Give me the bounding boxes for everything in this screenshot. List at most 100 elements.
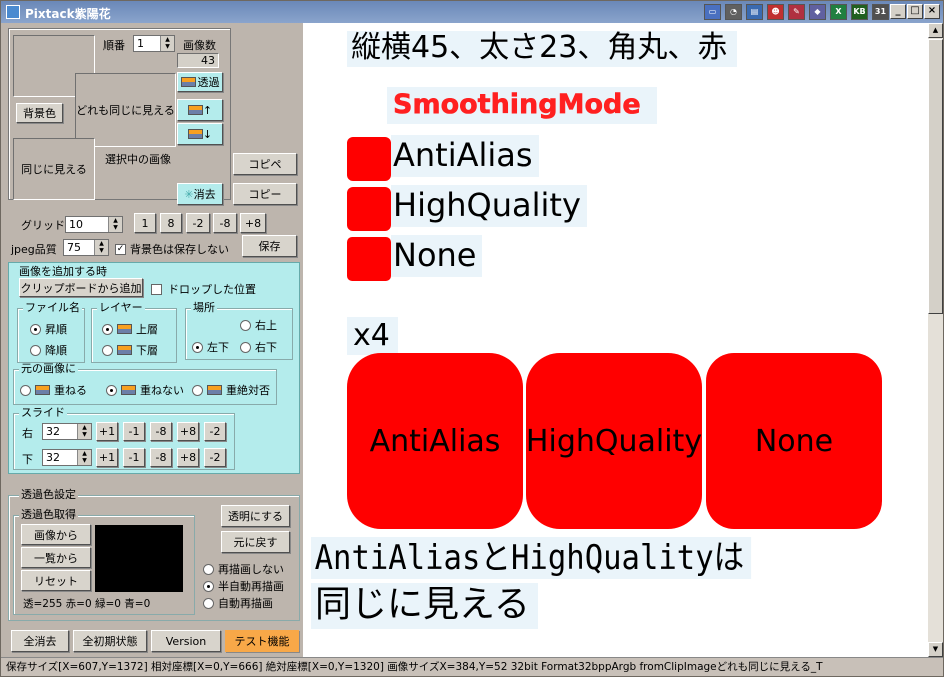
- place-group: 場所 右上 左下 右下: [185, 302, 293, 360]
- grid-step-minus2[interactable]: -2: [186, 213, 210, 233]
- filename-group: ファイル名 昇順 降順: [17, 302, 85, 363]
- slide-right-minus8[interactable]: -8: [150, 422, 172, 441]
- place-bottom-left-radio[interactable]: 左下: [192, 339, 229, 355]
- sparkle-icon: ✳: [184, 187, 194, 201]
- none-square[interactable]: [347, 237, 391, 281]
- tab-test-features[interactable]: テスト機能: [225, 630, 299, 652]
- orig-no-overlap-radio[interactable]: 重ねない: [106, 382, 184, 398]
- close-button[interactable]: ×: [924, 4, 940, 19]
- clipboard-add-button[interactable]: クリップボードから追加: [19, 278, 143, 297]
- same-thumb[interactable]: 同じに見える: [13, 138, 95, 200]
- transparency-info: 透=255 赤=0 緑=0 青=0: [23, 598, 151, 610]
- copy-paste-button[interactable]: コピペ: [233, 153, 297, 175]
- layer-group-title: レイヤー: [97, 301, 145, 314]
- auto-redraw-radio[interactable]: 自動再描画: [203, 595, 273, 611]
- tab-version[interactable]: Version: [151, 630, 221, 652]
- semi-auto-redraw-radio[interactable]: 半自動再描画: [203, 578, 284, 594]
- dont-save-bg-checkbox[interactable]: ✓ 背景色は保存しない: [115, 241, 229, 257]
- jpeg-quality-label: jpeg品質: [11, 243, 57, 256]
- orig-overlap-radio[interactable]: 重ねる: [20, 382, 87, 398]
- x4-label[interactable]: x4: [347, 317, 398, 355]
- excel-icon[interactable]: X: [830, 4, 847, 20]
- slide-down-stepper[interactable]: 32 ▲ ▼: [42, 449, 92, 466]
- slide-right-plus8[interactable]: +8: [177, 422, 199, 441]
- place-bottom-right-radio[interactable]: 右下: [240, 339, 277, 355]
- slide-right-stepper[interactable]: 32 ▲ ▼: [42, 423, 92, 440]
- grid-step-1[interactable]: 1: [134, 213, 156, 233]
- filename-asc-radio[interactable]: 昇順: [30, 321, 67, 337]
- antialias-square[interactable]: [347, 137, 391, 181]
- move-down-button[interactable]: ↓: [177, 123, 223, 145]
- order-stepper[interactable]: 1 ▲ ▼: [133, 35, 175, 52]
- calc-icon[interactable]: 31: [872, 4, 889, 20]
- image-canvas[interactable]: 縦横45、太さ23、角丸、赤 SmoothingMode AntiAlias H…: [303, 23, 928, 657]
- from-image-button[interactable]: 画像から: [21, 524, 91, 545]
- conclusion-line2[interactable]: 同じに見える: [311, 583, 538, 629]
- minimize-button[interactable]: _: [890, 4, 906, 19]
- character-icon[interactable]: ☻: [767, 4, 784, 20]
- transparent-icon: [180, 77, 196, 87]
- restore-button[interactable]: 元に戻す: [221, 531, 290, 553]
- from-list-button[interactable]: 一覧から: [21, 547, 91, 568]
- slide-right-label: 右: [22, 427, 33, 440]
- scroll-up-arrow-icon[interactable]: ▲: [928, 23, 943, 38]
- mode-antialias-label[interactable]: AntiAlias: [391, 135, 539, 177]
- layer-upper-radio[interactable]: 上層: [102, 321, 158, 337]
- no-redraw-radio[interactable]: 再描画しない: [203, 561, 284, 577]
- lower-layer-icon: [117, 345, 132, 355]
- antialias-box[interactable]: AntiAlias: [347, 353, 523, 529]
- clock-icon[interactable]: ◔: [725, 4, 742, 20]
- transparent-button[interactable]: 透過: [177, 72, 223, 92]
- save-button[interactable]: 保存: [242, 235, 297, 257]
- slide-down-minus2[interactable]: -2: [204, 448, 226, 467]
- slide-down-minus1[interactable]: -1: [123, 448, 145, 467]
- mode-none-label[interactable]: None: [391, 235, 483, 277]
- bg-color-button[interactable]: 背景色: [16, 103, 63, 123]
- place-top-right-radio[interactable]: 右上: [240, 317, 277, 333]
- original-image-group: 元の画像に 重ねる 重ねない 重絶対否: [13, 363, 277, 405]
- scroll-thumb[interactable]: [928, 39, 943, 314]
- slide-right-minus2[interactable]: -2: [204, 422, 226, 441]
- filename-desc-radio[interactable]: 降順: [30, 342, 67, 358]
- tab-clear-all[interactable]: 全消去: [11, 630, 69, 652]
- mode-highquality-label[interactable]: HighQuality: [391, 185, 587, 227]
- grid-step-plus8[interactable]: +8: [240, 213, 266, 233]
- same-preview[interactable]: どれも同じに見える: [75, 73, 176, 147]
- tab-reset-all[interactable]: 全初期状態: [73, 630, 147, 652]
- jpeg-quality-stepper[interactable]: 75 ▲ ▼: [63, 239, 109, 256]
- window-title: Pixtack紫陽花: [25, 7, 111, 21]
- kb-icon[interactable]: KB: [851, 4, 868, 20]
- app-tray-icon[interactable]: ◆: [809, 4, 826, 20]
- clear-button[interactable]: ✳ 消去: [177, 183, 223, 205]
- conclusion-line1[interactable]: AntiAliasとHighQualityは: [311, 537, 752, 579]
- slide-down-plus8[interactable]: +8: [177, 448, 199, 467]
- copy-button[interactable]: コピー: [233, 183, 297, 205]
- vertical-scrollbar[interactable]: ▲ ▼: [928, 23, 943, 657]
- transparency-get-title: 透過色取得: [19, 508, 78, 521]
- slide-down-minus8[interactable]: -8: [150, 448, 172, 467]
- layer-group: レイヤー 上層 下層: [91, 302, 177, 363]
- slide-right-minus1[interactable]: -1: [123, 422, 145, 441]
- layer-lower-radio[interactable]: 下層: [102, 342, 158, 358]
- canvas-heading[interactable]: 縦横45、太さ23、角丸、赤: [347, 31, 738, 67]
- make-transparent-button[interactable]: 透明にする: [221, 505, 290, 527]
- slide-right-plus1[interactable]: +1: [96, 422, 118, 441]
- none-box[interactable]: None: [706, 353, 882, 529]
- maximize-button[interactable]: □: [907, 4, 923, 19]
- smoothing-mode-label[interactable]: SmoothingMode: [387, 87, 657, 124]
- scroll-down-arrow-icon[interactable]: ▼: [928, 642, 943, 657]
- orig-never-radio[interactable]: 重絶対否: [192, 382, 270, 398]
- slide-down-plus1[interactable]: +1: [96, 448, 118, 467]
- grid-step-minus8[interactable]: -8: [213, 213, 237, 233]
- monitor-icon[interactable]: ▭: [704, 4, 721, 20]
- network-icon[interactable]: ▤: [746, 4, 763, 20]
- move-up-button[interactable]: ↑: [177, 99, 223, 121]
- drop-position-checkbox[interactable]: ドロップした位置: [151, 281, 256, 297]
- pen-icon[interactable]: ✎: [788, 4, 805, 20]
- grid-step-8[interactable]: 8: [160, 213, 182, 233]
- highquality-square[interactable]: [347, 187, 391, 231]
- highquality-box[interactable]: HighQuality: [526, 353, 702, 529]
- grid-stepper[interactable]: 10 ▲ ▼: [65, 216, 123, 233]
- reset-button[interactable]: リセット: [21, 570, 91, 591]
- order-label: 順番: [103, 39, 125, 52]
